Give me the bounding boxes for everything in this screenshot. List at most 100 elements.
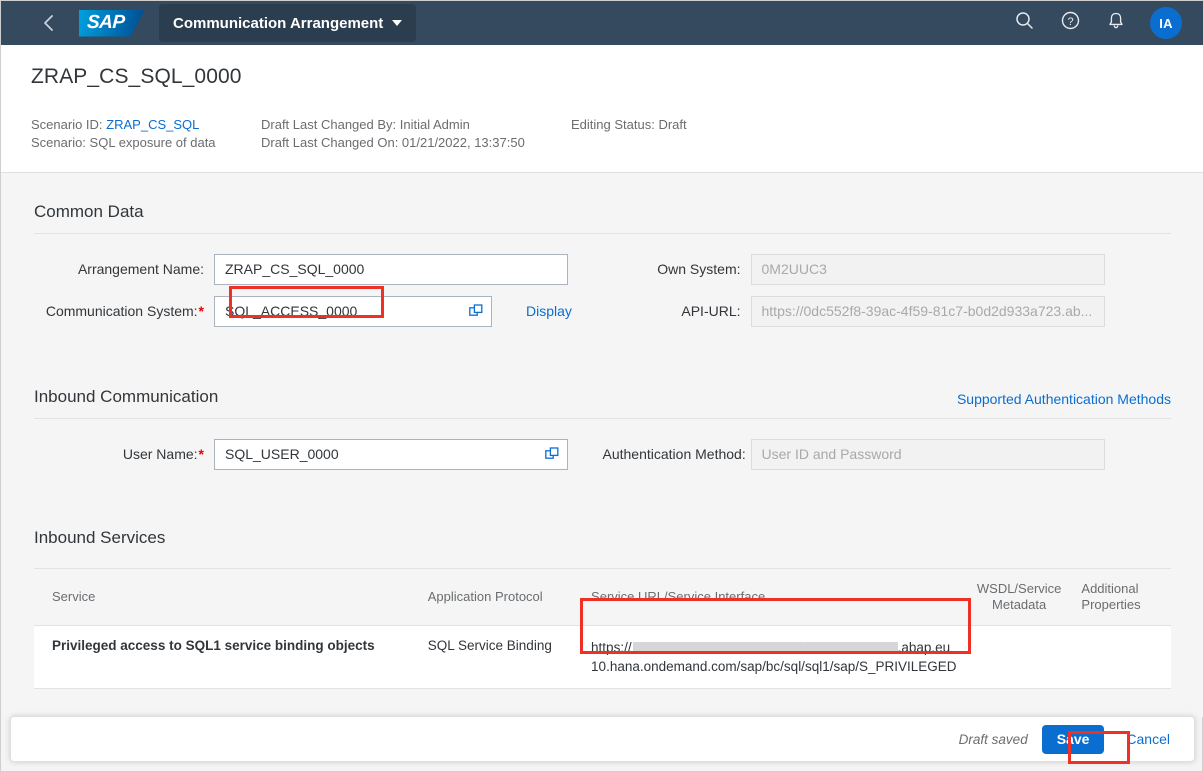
inbound-communication-divider	[34, 418, 1171, 419]
scenario-value: SQL exposure of data	[89, 135, 216, 150]
metadata-column-draft: Draft Last Changed By: Initial Admin Dra…	[261, 116, 571, 152]
shell-actions: ? IA	[1012, 7, 1203, 39]
object-page-header: ZRAP_CS_SQL_0000 Scenario ID: ZRAP_CS_SQ…	[1, 45, 1203, 173]
column-header-wsdl[interactable]: WSDL/Service Metadata	[966, 569, 1072, 626]
cell-additional-properties	[1071, 625, 1171, 689]
save-button[interactable]: Save	[1041, 724, 1105, 754]
inbound-communication-form: User Name:* SQL_USER_0000 Authentication…	[34, 437, 1171, 479]
user-name-value: SQL_USER_0000	[225, 446, 339, 462]
avatar[interactable]: IA	[1150, 7, 1182, 39]
section-common-data: Common Data Arrangement Name: ZRAP_CS_SQ…	[2, 173, 1203, 336]
auth-method-label: Authentication Method:	[602, 446, 746, 462]
table-header-row: Service Application Protocol Service URL…	[34, 569, 1171, 626]
required-indicator: *	[198, 303, 204, 319]
user-name-input[interactable]: SQL_USER_0000	[214, 438, 568, 470]
avatar-initials: IA	[1159, 15, 1173, 31]
cell-application-protocol: SQL Service Binding	[417, 625, 582, 689]
app-title-dropdown[interactable]: Communication Arrangement	[159, 4, 417, 42]
back-button[interactable]	[29, 1, 69, 45]
communication-system-input[interactable]: SQL_ACCESS_0000	[214, 295, 492, 327]
api-url-label: API-URL:	[681, 303, 741, 319]
inbound-left-column: User Name:* SQL_USER_0000	[34, 437, 603, 479]
table-row[interactable]: Privileged access to SQL1 service bindin…	[34, 625, 1171, 689]
scenario-label: Scenario:	[31, 135, 86, 150]
service-url-text: https://.abap.eu10.hana.ondemand.com/sap…	[591, 638, 957, 676]
redacted-host-part-2	[802, 642, 898, 655]
draft-changed-by: Draft Last Changed By: Initial Admin	[261, 117, 470, 132]
field-api-url: API-URL: https://0dc552f8-39ac-4f59-81c7…	[603, 294, 1172, 328]
api-url-input: https://0dc552f8-39ac-4f59-81c7-b0d2d933…	[750, 295, 1105, 327]
display-link[interactable]: Display	[526, 303, 572, 319]
communication-system-value: SQL_ACCESS_0000	[225, 303, 358, 319]
own-system-value: 0M2UUC3	[761, 261, 827, 277]
inbound-right-column: Authentication Method: User ID and Passw…	[603, 437, 1172, 479]
chevron-left-icon	[41, 14, 57, 32]
service-url-prefix: https://	[591, 640, 632, 655]
value-help-icon[interactable]	[461, 297, 491, 326]
field-arrangement-name: Arrangement Name: ZRAP_CS_SQL_0000	[34, 252, 603, 286]
field-user-name: User Name:* SQL_USER_0000	[34, 437, 603, 471]
svg-text:?: ?	[1067, 16, 1073, 28]
metadata-column-scenario: Scenario ID: ZRAP_CS_SQL Scenario: SQL e…	[31, 116, 261, 152]
column-header-service-url[interactable]: Service URL/Service Interface	[581, 569, 967, 626]
column-header-service[interactable]: Service	[34, 569, 418, 626]
user-name-label-text: User Name:	[122, 446, 198, 462]
inbound-services-title: Inbound Services	[34, 528, 166, 547]
cell-wsdl	[966, 625, 1072, 689]
column-header-application-protocol[interactable]: Application Protocol	[417, 569, 582, 626]
scenario-id-label: Scenario ID:	[31, 117, 103, 132]
editing-status: Editing Status: Draft	[571, 117, 687, 132]
metadata-column-status: Editing Status: Draft	[571, 116, 831, 152]
own-system-input: 0M2UUC3	[750, 253, 1105, 285]
table-body: Privileged access to SQL1 service bindin…	[34, 625, 1171, 689]
common-data-divider	[34, 233, 1171, 234]
common-data-form: Arrangement Name: ZRAP_CS_SQL_0000 Commu…	[34, 252, 1171, 336]
cell-service: Privileged access to SQL1 service bindin…	[34, 625, 418, 689]
inbound-communication-title: Inbound Communication	[34, 387, 219, 406]
communication-system-label: Communication System:*	[34, 303, 214, 319]
own-system-label: Own System:	[657, 261, 741, 277]
auth-method-input: User ID and Password	[750, 438, 1105, 470]
application-window: SAP Communication Arrangement ? IA ZRAP_…	[0, 0, 1203, 772]
inbound-services-heading-row: Inbound Services	[34, 499, 1171, 550]
required-indicator-user: *	[198, 446, 204, 462]
api-url-value: https://0dc552f8-39ac-4f59-81c7-b0d2d933…	[761, 303, 1093, 319]
cancel-button[interactable]: Cancel	[1118, 725, 1178, 754]
section-inbound-communication: Inbound Communication Supported Authenti…	[2, 358, 1203, 479]
field-own-system: Own System: 0M2UUC3	[603, 252, 1172, 286]
scenario-id-link[interactable]: ZRAP_CS_SQL	[106, 117, 199, 132]
value-help-icon[interactable]	[537, 440, 567, 469]
auth-method-value: User ID and Password	[761, 446, 902, 462]
search-icon	[1015, 11, 1034, 35]
page-title: ZRAP_CS_SQL_0000	[31, 65, 242, 88]
draft-changed-on: Draft Last Changed On: 01/21/2022, 13:37…	[261, 135, 525, 150]
inbound-services-table-wrapper: Service Application Protocol Service URL…	[34, 568, 1171, 689]
search-button[interactable]	[1012, 11, 1036, 35]
user-name-label: User Name:*	[34, 446, 214, 462]
column-header-additional-properties[interactable]: Additional Properties	[1071, 569, 1171, 626]
object-header-metadata: Scenario ID: ZRAP_CS_SQL Scenario: SQL e…	[31, 116, 1174, 152]
notifications-button[interactable]	[1104, 11, 1128, 35]
common-data-title: Common Data	[34, 202, 144, 221]
chevron-down-icon	[392, 20, 403, 26]
draft-status-text: Draft saved	[958, 731, 1028, 747]
sap-logo[interactable]: SAP	[79, 9, 145, 37]
footer-toolbar: Draft saved Save Cancel	[10, 716, 1195, 762]
sap-logo-text: SAP	[86, 12, 126, 33]
arrangement-name-input[interactable]: ZRAP_CS_SQL_0000	[214, 253, 568, 285]
arrangement-name-value: ZRAP_CS_SQL_0000	[225, 261, 365, 277]
common-data-heading-row: Common Data	[34, 173, 1171, 224]
supported-auth-methods-link[interactable]: Supported Authentication Methods	[957, 391, 1171, 409]
question-mark-circle-icon: ?	[1060, 10, 1081, 36]
cell-service-url: https://.abap.eu10.hana.ondemand.com/sap…	[581, 625, 967, 689]
arrangement-name-label: Arrangement Name:	[77, 261, 204, 277]
shell-header: SAP Communication Arrangement ? IA	[1, 1, 1203, 45]
inbound-services-table: Service Application Protocol Service URL…	[34, 569, 1171, 689]
bell-icon	[1107, 11, 1125, 35]
section-inbound-services: Inbound Services Service Application Pro…	[2, 499, 1203, 689]
page-content: Common Data Arrangement Name: ZRAP_CS_SQ…	[2, 173, 1203, 717]
redacted-host-part-1	[632, 642, 803, 655]
communication-system-label-text: Communication System:	[45, 303, 198, 319]
scenario-id-row: Scenario ID: ZRAP_CS_SQL	[31, 116, 261, 134]
help-button[interactable]: ?	[1058, 11, 1082, 35]
